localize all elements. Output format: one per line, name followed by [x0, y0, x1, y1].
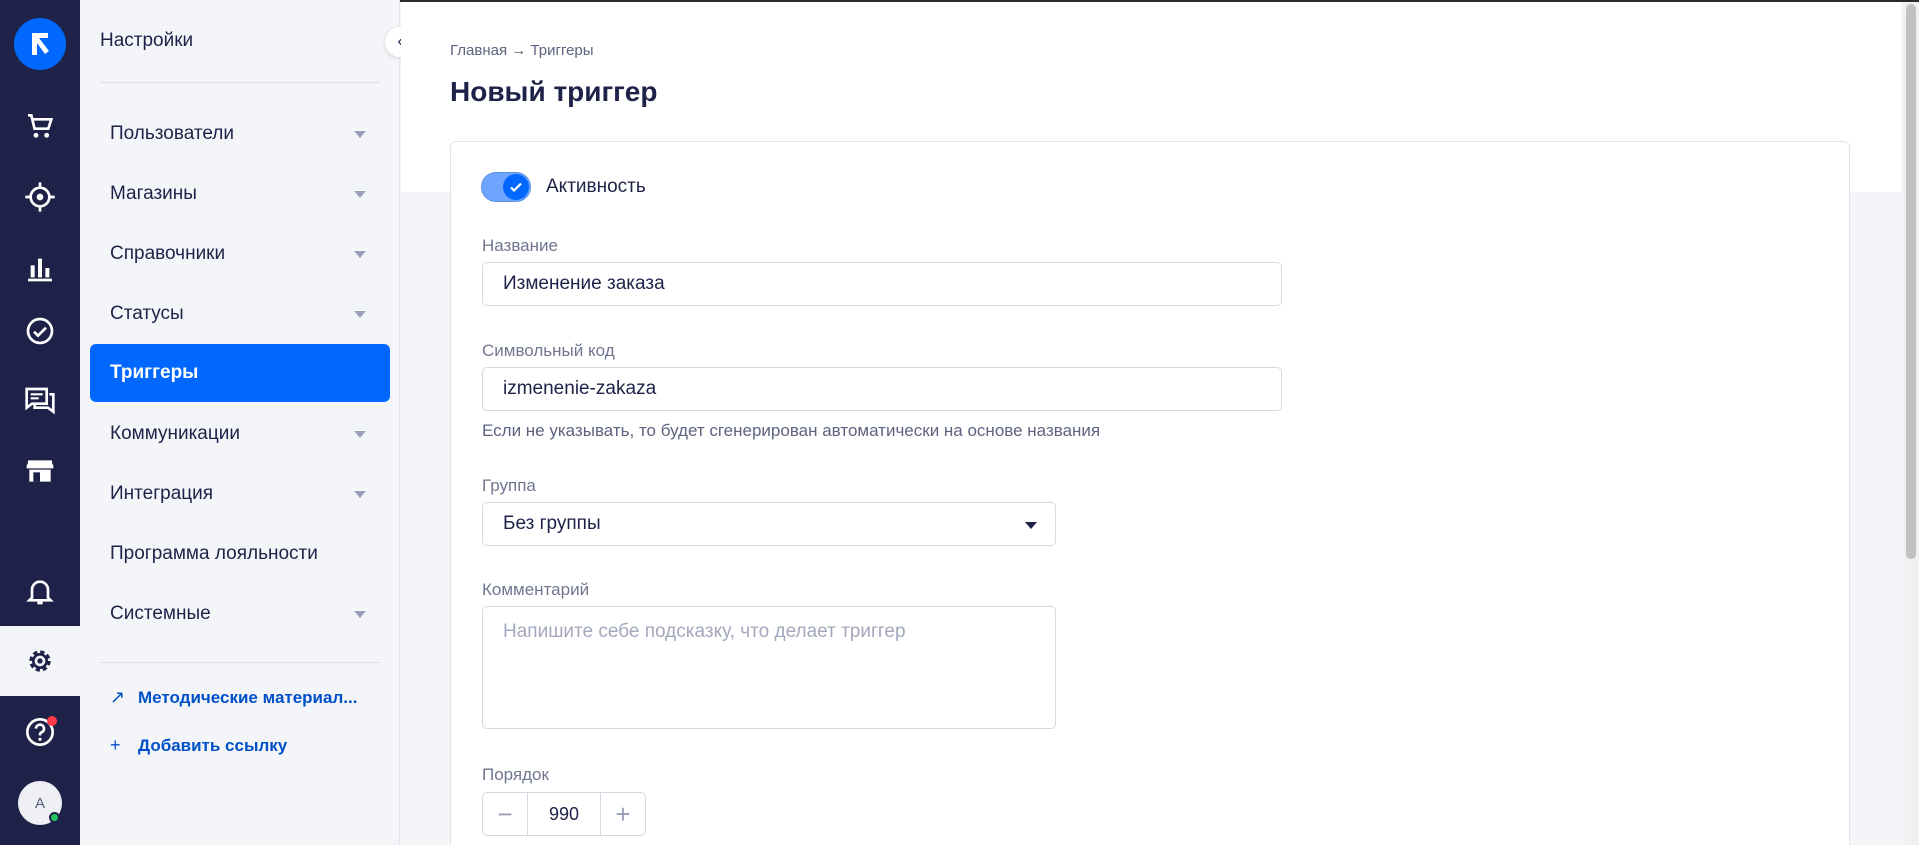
- page-scrollbar[interactable]: [1903, 2, 1919, 845]
- caret-down-icon: [354, 191, 366, 198]
- plus-icon[interactable]: +: [601, 793, 645, 835]
- plus-icon: +: [110, 735, 121, 755]
- name-input[interactable]: [482, 262, 1282, 306]
- scrollbar-thumb[interactable]: [1906, 4, 1916, 559]
- arrow-up-right-icon: ↗: [110, 687, 126, 707]
- caret-down-icon: [354, 431, 366, 438]
- activity-label: Активность: [546, 176, 646, 197]
- settings-sidebar: Настройки Пользователи Магазины Справочн…: [80, 0, 400, 845]
- sidebar-item-loyalty[interactable]: Программа лояльности: [90, 525, 390, 583]
- order-label: Порядок: [482, 765, 549, 784]
- avatar[interactable]: A: [18, 781, 62, 825]
- sidebar-divider: [100, 82, 380, 83]
- sidebar-divider: [100, 662, 380, 663]
- comment-textarea[interactable]: [482, 606, 1056, 729]
- code-input[interactable]: [482, 367, 1282, 411]
- sidebar-item-system[interactable]: Системные: [90, 585, 390, 643]
- breadcrumb[interactable]: Главная → Триггеры: [450, 42, 594, 59]
- store-icon[interactable]: [0, 436, 80, 506]
- sidebar-item-communications[interactable]: Коммуникации: [90, 405, 390, 463]
- sidebar-link-materials[interactable]: ↗ Методические материал...: [110, 687, 357, 708]
- code-label: Символьный код: [482, 341, 615, 360]
- code-hint: Если не указывать, то будет сгенерирован…: [482, 421, 1101, 440]
- page-title: Новый триггер: [450, 76, 658, 107]
- gear-icon[interactable]: [0, 626, 80, 696]
- order-value[interactable]: 990: [527, 793, 601, 835]
- bar-chart-icon[interactable]: [0, 233, 80, 303]
- target-icon[interactable]: [0, 162, 80, 232]
- check-circle-icon[interactable]: [0, 296, 80, 366]
- trigger-form-card: [450, 141, 1850, 845]
- notification-dot: [47, 716, 57, 726]
- sidebar-item-users[interactable]: Пользователи: [90, 105, 390, 163]
- sidebar-title: Настройки: [100, 30, 194, 51]
- caret-down-icon: [354, 611, 366, 618]
- minus-icon[interactable]: −: [483, 793, 527, 835]
- comment-label: Комментарий: [482, 580, 590, 599]
- sidebar-item-triggers[interactable]: Триггеры: [90, 344, 390, 402]
- chat-icon[interactable]: [0, 366, 80, 436]
- order-stepper: − 990 +: [482, 792, 646, 836]
- caret-down-icon: [354, 251, 366, 258]
- caret-down-icon: [1025, 522, 1037, 529]
- sidebar-item-references[interactable]: Справочники: [90, 225, 390, 283]
- caret-down-icon: [354, 491, 366, 498]
- group-select[interactable]: Без группы: [482, 502, 1056, 546]
- name-label: Название: [482, 236, 558, 255]
- cart-icon[interactable]: [0, 91, 80, 161]
- group-label: Группа: [482, 476, 536, 495]
- logo-icon[interactable]: [14, 18, 66, 70]
- app-rail: A: [0, 0, 80, 845]
- bell-icon[interactable]: [0, 556, 80, 626]
- sidebar-item-statuses[interactable]: Статусы: [90, 285, 390, 343]
- caret-down-icon: [354, 311, 366, 318]
- sidebar-item-integration[interactable]: Интеграция: [90, 465, 390, 523]
- help-icon[interactable]: [0, 697, 80, 767]
- activity-toggle[interactable]: [481, 172, 531, 202]
- sidebar-item-shops[interactable]: Магазины: [90, 165, 390, 223]
- check-icon: [503, 174, 529, 200]
- sidebar-link-add[interactable]: + Добавить ссылку: [110, 735, 287, 756]
- online-status-dot: [49, 812, 60, 823]
- caret-down-icon: [354, 131, 366, 138]
